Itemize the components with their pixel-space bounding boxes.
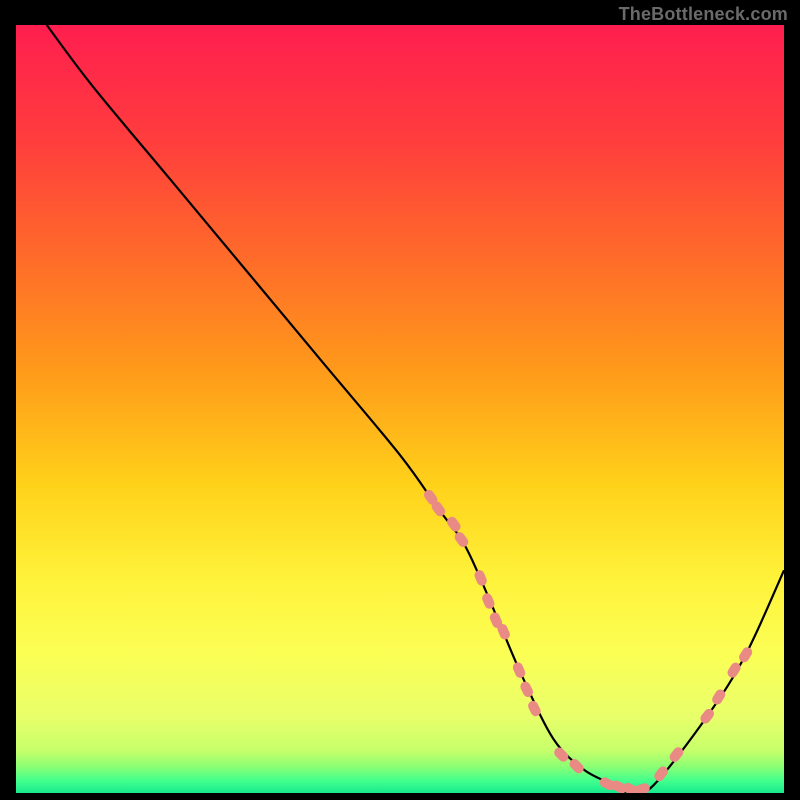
chart-frame (16, 25, 784, 793)
bottleneck-chart (16, 25, 784, 793)
gradient-background (16, 25, 784, 793)
watermark-text: TheBottleneck.com (619, 4, 788, 25)
